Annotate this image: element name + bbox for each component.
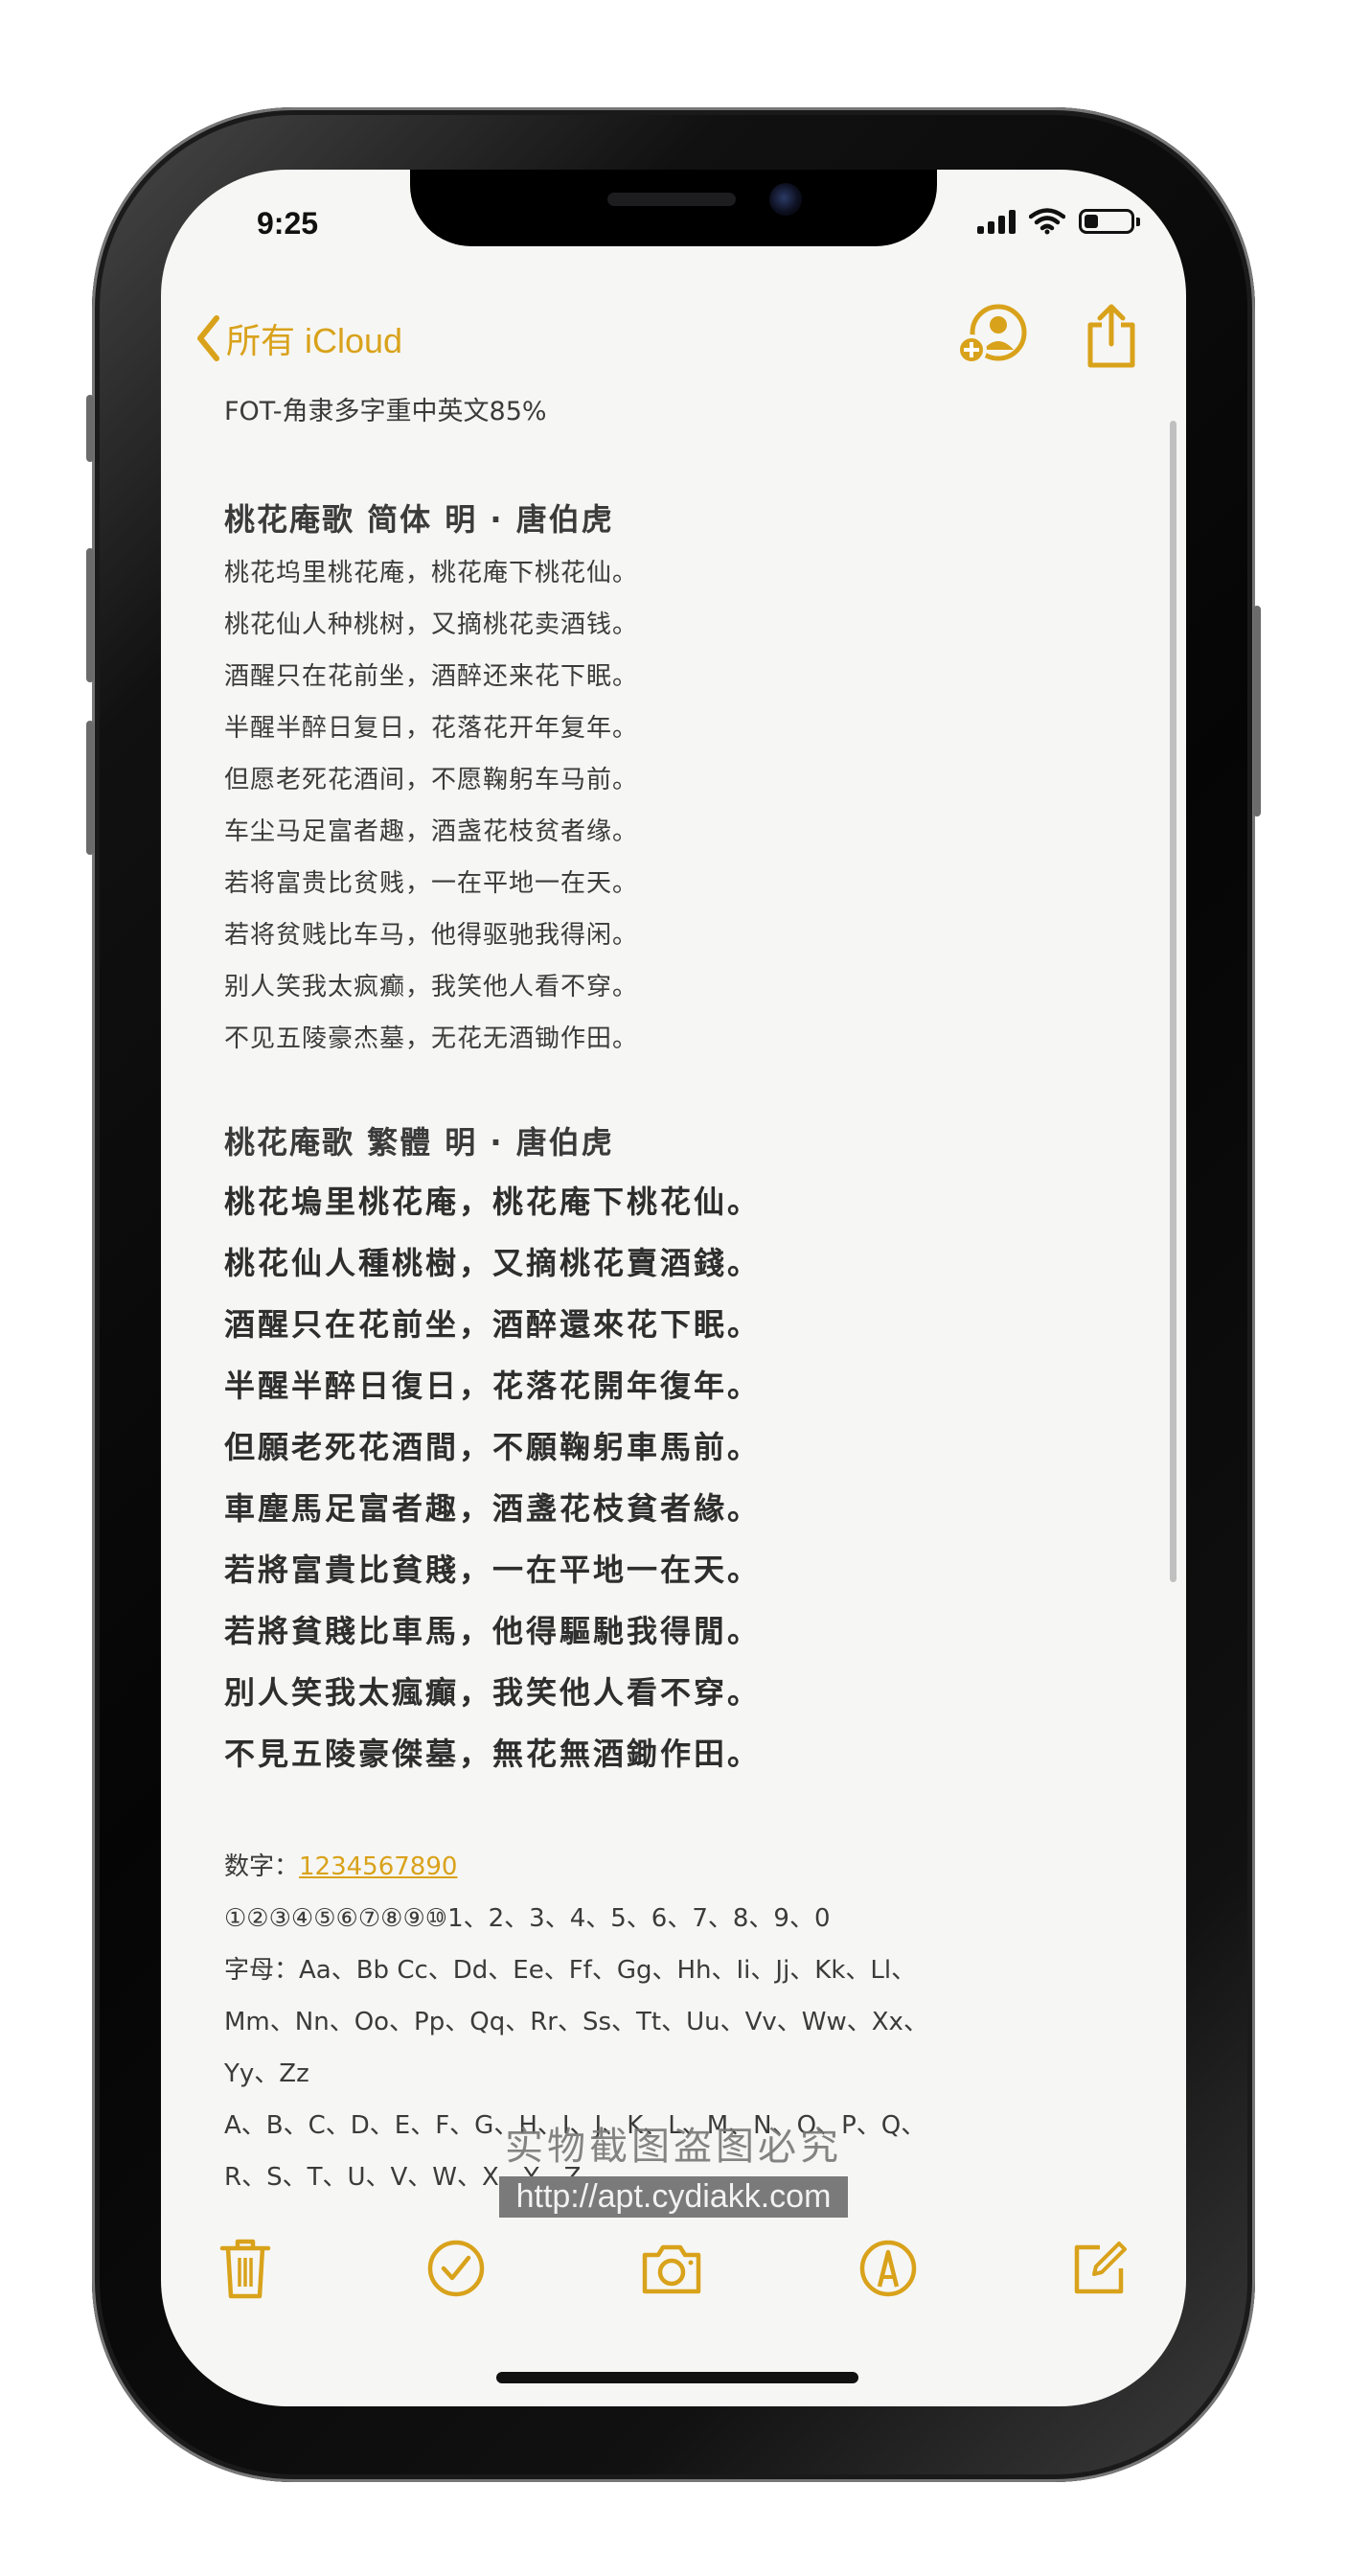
poem-line: 别人笑我太疯癫，我笑他人看不穿。 <box>224 973 639 1001</box>
share-icon[interactable] <box>1085 304 1138 369</box>
status-icons <box>977 208 1140 235</box>
poem-line: 若将贫贱比车马，他得驱驰我得闲。 <box>224 921 639 950</box>
front-camera <box>769 183 802 216</box>
camera-icon[interactable] <box>639 2242 704 2295</box>
side-button-silent <box>86 395 94 462</box>
poem-line: 桃花塢里桃花庵，桃花庵下桃花仙。 <box>224 1184 762 1220</box>
wifi-icon <box>1029 208 1065 235</box>
side-button-volume-up <box>86 548 94 682</box>
markup-icon[interactable] <box>858 2239 918 2298</box>
poem-line: 半醒半醉日復日，花落花開年復年。 <box>224 1368 762 1404</box>
letters-line: Mm、Nn、Oo、Pp、Qq、Rr、Ss、Tt、Uu、Vv、Ww、Xx、 <box>224 2008 928 2036</box>
poem-line: 車塵馬足富者趣，酒盞花枝貧者緣。 <box>224 1490 762 1527</box>
watermark-text: 实物截图盗图必究 <box>505 2125 842 2169</box>
scrollbar[interactable] <box>1170 421 1177 1582</box>
side-button-power <box>1253 606 1261 816</box>
bottom-toolbar <box>218 2230 1129 2307</box>
checklist-icon[interactable] <box>426 2239 486 2298</box>
poem-line: 半醒半醉日复日，花落花开年复年。 <box>224 714 639 743</box>
poem-line: 不见五陵豪杰墓，无花无酒锄作田。 <box>224 1024 639 1053</box>
poem-line: 酒醒只在花前坐，酒醉还来花下眠。 <box>224 662 639 691</box>
screen: 9:25 所有 iCloud FOT-角隶多字重中英文85% 桃花庵歌 简体 明… <box>161 170 1186 2406</box>
poem-line: 但願老死花酒間，不願鞠躬車馬前。 <box>224 1429 762 1465</box>
poem-line: 车尘马足富者趣，酒盏花枝贫者缘。 <box>224 817 639 846</box>
cellular-signal-icon <box>977 209 1016 234</box>
circled-digits: ①②③④⑤⑥⑦⑧⑨⑩1、2、3、4、5、6、7、8、9、0 <box>224 1904 831 1933</box>
section-title-traditional: 桃花庵歌 繁體 明 · 唐伯虎 <box>224 1124 614 1161</box>
poem-line: 桃花仙人種桃樹，又摘桃花賣酒錢。 <box>224 1245 762 1281</box>
poem-line: 但愿老死花酒间，不愿鞠躬车马前。 <box>224 766 639 794</box>
watermark-url: http://apt.cydiakk.com <box>498 2176 849 2218</box>
chevron-left-icon <box>197 315 219 361</box>
digits-row: 数字：1234567890 <box>224 1847 457 1882</box>
poem-line: 桃花坞里桃花庵，桃花庵下桃花仙。 <box>224 559 639 587</box>
compose-icon[interactable] <box>1071 2240 1129 2297</box>
speaker <box>607 193 736 206</box>
add-people-icon[interactable] <box>956 304 1029 365</box>
status-time: 9:25 <box>257 206 319 241</box>
poem-line: 不見五陵豪傑墓，無花無酒鋤作田。 <box>224 1736 762 1772</box>
digits-label: 数字： <box>224 1852 300 1881</box>
side-button-volume-down <box>86 721 94 855</box>
poem-line: 若將富貴比貧賤，一在平地一在天。 <box>224 1552 762 1588</box>
nav-bar: 所有 iCloud <box>161 294 1186 380</box>
digits-link[interactable]: 1234567890 <box>299 1852 457 1881</box>
notch <box>410 170 937 246</box>
letters-line: Yy、Zz <box>224 2059 309 2088</box>
poem-line: 酒醒只在花前坐，酒醉還來花下眠。 <box>224 1306 762 1343</box>
poem-line: 若将富贵比贫贱，一在平地一在天。 <box>224 869 639 898</box>
poem-line: 別人笑我太瘋癲，我笑他人看不穿。 <box>224 1674 762 1711</box>
back-button[interactable]: 所有 iCloud <box>195 313 402 363</box>
poem-line: 若將貧賤比車馬，他得驅馳我得閒。 <box>224 1613 762 1649</box>
letters-line: 字母：Aa、Bb Cc、Dd、Ee、Ff、Gg、Hh、Ii、Jj、Kk、Ll、 <box>224 1956 917 1985</box>
watermark: 实物截图盗图必究 http://apt.cydiakk.com <box>161 2115 1186 2218</box>
trash-icon[interactable] <box>218 2237 272 2300</box>
poem-line: 桃花仙人种桃树，又摘桃花卖酒钱。 <box>224 610 639 639</box>
home-indicator[interactable] <box>496 2372 858 2383</box>
battery-icon <box>1079 209 1140 234</box>
note-meta: FOT-角隶多字重中英文85% <box>224 397 547 426</box>
back-label: 所有 iCloud <box>226 321 403 360</box>
section-title-simplified: 桃花庵歌 简体 明 · 唐伯虎 <box>224 501 614 538</box>
